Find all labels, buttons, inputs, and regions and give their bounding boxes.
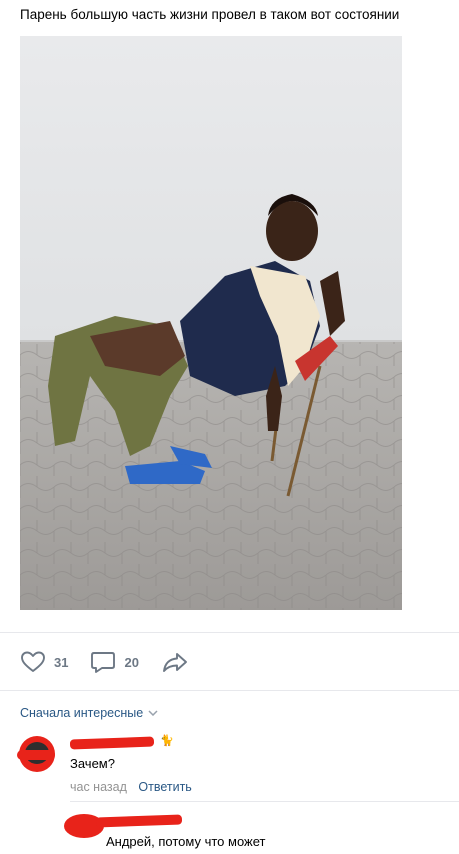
- divider-actions: [0, 690, 459, 691]
- comment-button[interactable]: 20: [90, 650, 139, 674]
- heart-icon: [21, 651, 45, 672]
- comment-bubble-icon: [91, 652, 116, 673]
- comment-meta: час назад Ответить: [70, 780, 192, 794]
- divider-top: [0, 632, 459, 633]
- avatar[interactable]: [17, 736, 55, 772]
- redacted-author-name[interactable]: [95, 814, 183, 828]
- share-arrow-icon: [162, 653, 187, 672]
- chevron-down-icon: [148, 710, 158, 716]
- comment-text: Андрей, потому что может: [106, 834, 266, 849]
- reply-button[interactable]: Ответить: [138, 780, 191, 794]
- share-button[interactable]: [161, 650, 189, 674]
- like-button[interactable]: 31: [20, 650, 68, 674]
- cat-emoji: 🐈: [160, 735, 174, 747]
- comment-item: Андрей, потому что может: [0, 806, 459, 854]
- redacted-author-name[interactable]: [69, 736, 155, 750]
- photo-illustration: [20, 36, 402, 610]
- sort-label: Сначала интересные: [20, 706, 144, 720]
- comment-time: час назад: [70, 780, 127, 794]
- post-photo[interactable]: [20, 36, 402, 610]
- divider-comments: [70, 801, 459, 802]
- comments-sort-dropdown[interactable]: Сначала интересные: [20, 706, 158, 720]
- comment-item: 🐈 Зачем? час назад Ответить: [0, 730, 459, 800]
- comment-count: 20: [124, 654, 139, 670]
- like-count: 31: [54, 654, 69, 670]
- comment-text: Зачем?: [70, 756, 115, 771]
- post-text: Парень большую часть жизни провел в тако…: [20, 7, 400, 22]
- post-actions: 31 20: [20, 648, 211, 676]
